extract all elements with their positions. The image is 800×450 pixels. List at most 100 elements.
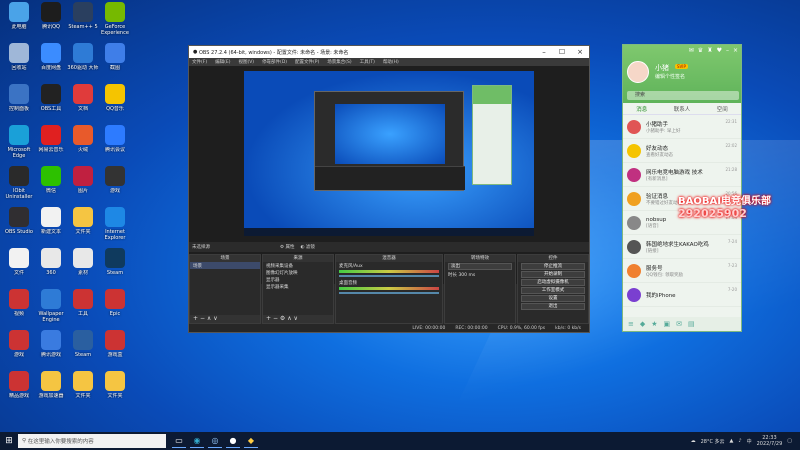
ime-indicator[interactable]: 中 bbox=[747, 438, 752, 445]
up-icon[interactable]: ∧ bbox=[207, 315, 211, 322]
desktop-icon[interactable]: Wallpaper Engine bbox=[34, 289, 68, 323]
desktop-icon[interactable]: 回收站 bbox=[2, 43, 36, 71]
menu-docks[interactable]: 停靠部件(D) bbox=[262, 59, 287, 65]
chat-item[interactable]: 服务号 QQ钱包: 领取奖励 7-23 bbox=[623, 259, 741, 283]
heart-icon[interactable]: ♥ bbox=[717, 47, 722, 54]
volume-slider[interactable] bbox=[339, 275, 439, 277]
task-view-icon[interactable]: ▭ bbox=[172, 434, 186, 448]
qq-window[interactable]: ✉ ♛ ♜ ♥ – × 小猪 SVIP 编辑个性签名 搜索 消息 联系人 空间 … bbox=[622, 44, 742, 332]
minimize-icon[interactable]: – bbox=[535, 48, 553, 56]
desktop-icon[interactable]: 文档 bbox=[66, 84, 100, 112]
desktop-icon[interactable]: 文件夹 bbox=[66, 371, 100, 399]
remove-icon[interactable]: − bbox=[200, 315, 205, 322]
mail-icon[interactable]: ✉ bbox=[689, 47, 694, 54]
desktop-icon[interactable]: GeForce Experience bbox=[98, 2, 132, 36]
source-item[interactable]: 显示器 bbox=[263, 276, 333, 283]
source-item[interactable]: 视频采集设备 bbox=[263, 262, 333, 269]
desktop-icon[interactable]: 游戏 bbox=[98, 166, 132, 194]
skin-icon[interactable]: ♛ bbox=[698, 47, 703, 54]
menu-help[interactable]: 帮助(H) bbox=[383, 59, 399, 65]
desktop-icon[interactable]: Epic bbox=[98, 289, 132, 317]
avatar[interactable] bbox=[627, 61, 649, 83]
add-icon[interactable]: + bbox=[193, 315, 198, 322]
obs-window[interactable]: ● OBS 27.2.4 (64-bit, windows) - 配置文件: 未… bbox=[188, 45, 590, 333]
source-item[interactable]: 图像幻灯片放映 bbox=[263, 269, 333, 276]
tab-space[interactable]: 空间 bbox=[717, 105, 728, 113]
desktop-icon[interactable]: 文件夹 bbox=[98, 371, 132, 399]
menu-icon[interactable]: ≡ bbox=[628, 320, 634, 328]
menu-file[interactable]: 文件(F) bbox=[192, 59, 207, 65]
desktop-icon[interactable]: 百度网盘 bbox=[34, 43, 68, 71]
desktop-icon[interactable]: Steam bbox=[98, 248, 132, 276]
desktop-icon[interactable]: 360驱动 大师 bbox=[66, 43, 100, 71]
desktop-icon[interactable]: 360 bbox=[34, 248, 68, 276]
signature[interactable]: 编辑个性签名 bbox=[655, 73, 685, 80]
transition-select[interactable]: 淡出 bbox=[448, 263, 512, 270]
virtual-camera-button[interactable]: 启动虚拟摄像机 bbox=[521, 279, 585, 286]
tab-contacts[interactable]: 联系人 bbox=[674, 105, 691, 113]
shirt-icon[interactable]: ♜ bbox=[707, 47, 712, 54]
desktop-icon[interactable]: OBS工具 bbox=[34, 84, 68, 112]
desktop-icon[interactable]: Microsoft Edge bbox=[2, 125, 36, 159]
notification-icon[interactable]: ▢ bbox=[787, 438, 792, 444]
menu-view[interactable]: 视图(V) bbox=[238, 59, 254, 65]
chat-item[interactable]: 韩国绝地求生KAKAO吃鸡 [链接] 7-24 bbox=[623, 235, 741, 259]
desktop-icon[interactable]: 控制面板 bbox=[2, 84, 36, 112]
desktop-icon[interactable]: 素材 bbox=[66, 248, 100, 276]
network-icon[interactable]: ▲ bbox=[730, 438, 734, 444]
desktop-icon[interactable]: QQ音乐 bbox=[98, 84, 132, 112]
chat-item[interactable]: 我的iPhone 7-20 bbox=[623, 283, 741, 307]
desktop-icon[interactable]: Steam bbox=[66, 330, 100, 358]
down-icon[interactable]: ∨ bbox=[294, 315, 298, 322]
obs-taskbar-icon[interactable]: ● bbox=[226, 434, 240, 448]
clock[interactable]: 22:33 2022/7/29 bbox=[757, 435, 783, 447]
desktop-icon[interactable]: OBS Studio bbox=[2, 207, 36, 235]
file-icon[interactable]: ▣ bbox=[664, 320, 671, 328]
down-icon[interactable]: ∨ bbox=[213, 315, 217, 322]
add-icon[interactable]: + bbox=[266, 315, 271, 322]
desktop-icon[interactable]: 网易云音乐 bbox=[34, 125, 68, 153]
menu-tools[interactable]: 工具(T) bbox=[360, 59, 375, 65]
properties-button[interactable]: ⚙ 属性 bbox=[280, 244, 294, 250]
desktop-icon[interactable]: 截图 bbox=[98, 43, 132, 71]
desktop-icon[interactable]: IObit Uninstaller bbox=[2, 166, 36, 200]
desktop-icon[interactable]: 腾讯游戏 bbox=[34, 330, 68, 358]
settings-button[interactable]: 设置 bbox=[521, 295, 585, 302]
filters-button[interactable]: ◐ 滤镜 bbox=[300, 244, 314, 250]
game-icon[interactable]: ◆ bbox=[640, 320, 645, 328]
desktop-icon[interactable]: 腾讯会议 bbox=[98, 125, 132, 153]
desktop-icon[interactable]: 游戏加速器 bbox=[34, 371, 68, 399]
steam-icon[interactable]: ◎ bbox=[208, 434, 222, 448]
chat-item[interactable]: 网乐电竞电脑游戏 技术 [有新消息] 21:28 bbox=[623, 163, 741, 187]
scene-item[interactable]: 场景 bbox=[190, 262, 260, 269]
taskbar-search[interactable]: ⚲ 在这里输入你要搜索的内容 bbox=[18, 434, 166, 448]
desktop-icon[interactable]: 火绒 bbox=[66, 125, 100, 153]
qzone-icon[interactable]: ★ bbox=[651, 320, 657, 328]
windows-start-icon[interactable]: ⊞ bbox=[0, 436, 18, 446]
obs-titlebar[interactable]: ● OBS 27.2.4 (64-bit, windows) - 配置文件: 未… bbox=[189, 46, 589, 58]
menu-profile[interactable]: 配置文件(P) bbox=[295, 59, 319, 65]
up-icon[interactable]: ∧ bbox=[287, 315, 291, 322]
remove-icon[interactable]: − bbox=[273, 315, 278, 322]
menu-edit[interactable]: 编辑(E) bbox=[215, 59, 230, 65]
studio-mode-button[interactable]: 工作室模式 bbox=[521, 287, 585, 294]
weather-text[interactable]: 28°C 多云 bbox=[701, 438, 725, 445]
gear-icon[interactable]: ⚙ bbox=[280, 315, 285, 322]
desktop-icon[interactable]: 游戏盒 bbox=[98, 330, 132, 358]
edge-icon[interactable]: ◉ bbox=[190, 434, 204, 448]
chat-item[interactable]: 好友动态 查看好友动态 22:02 bbox=[623, 139, 741, 163]
close-icon[interactable]: × bbox=[571, 48, 589, 56]
desktop-icon[interactable]: 此电脑 bbox=[2, 2, 36, 30]
desktop-icon[interactable]: 工具 bbox=[66, 289, 100, 317]
menu-scene-collection[interactable]: 场景集合(S) bbox=[327, 59, 351, 65]
tab-messages[interactable]: 消息 bbox=[636, 105, 647, 113]
volume-icon[interactable]: ♪ bbox=[738, 438, 741, 444]
email-icon[interactable]: ✉ bbox=[676, 320, 682, 328]
qq-taskbar-icon[interactable]: ◆ bbox=[244, 434, 258, 448]
desktop-icon[interactable]: 精品游戏 bbox=[2, 371, 36, 399]
desktop-icon[interactable]: Steam++ 5 bbox=[66, 2, 100, 30]
desktop-icon[interactable]: 图片 bbox=[66, 166, 100, 194]
volume-slider[interactable] bbox=[339, 292, 439, 294]
desktop-icon[interactable]: 文件夹 bbox=[66, 207, 100, 235]
desktop-icon[interactable]: 视频 bbox=[2, 289, 36, 317]
